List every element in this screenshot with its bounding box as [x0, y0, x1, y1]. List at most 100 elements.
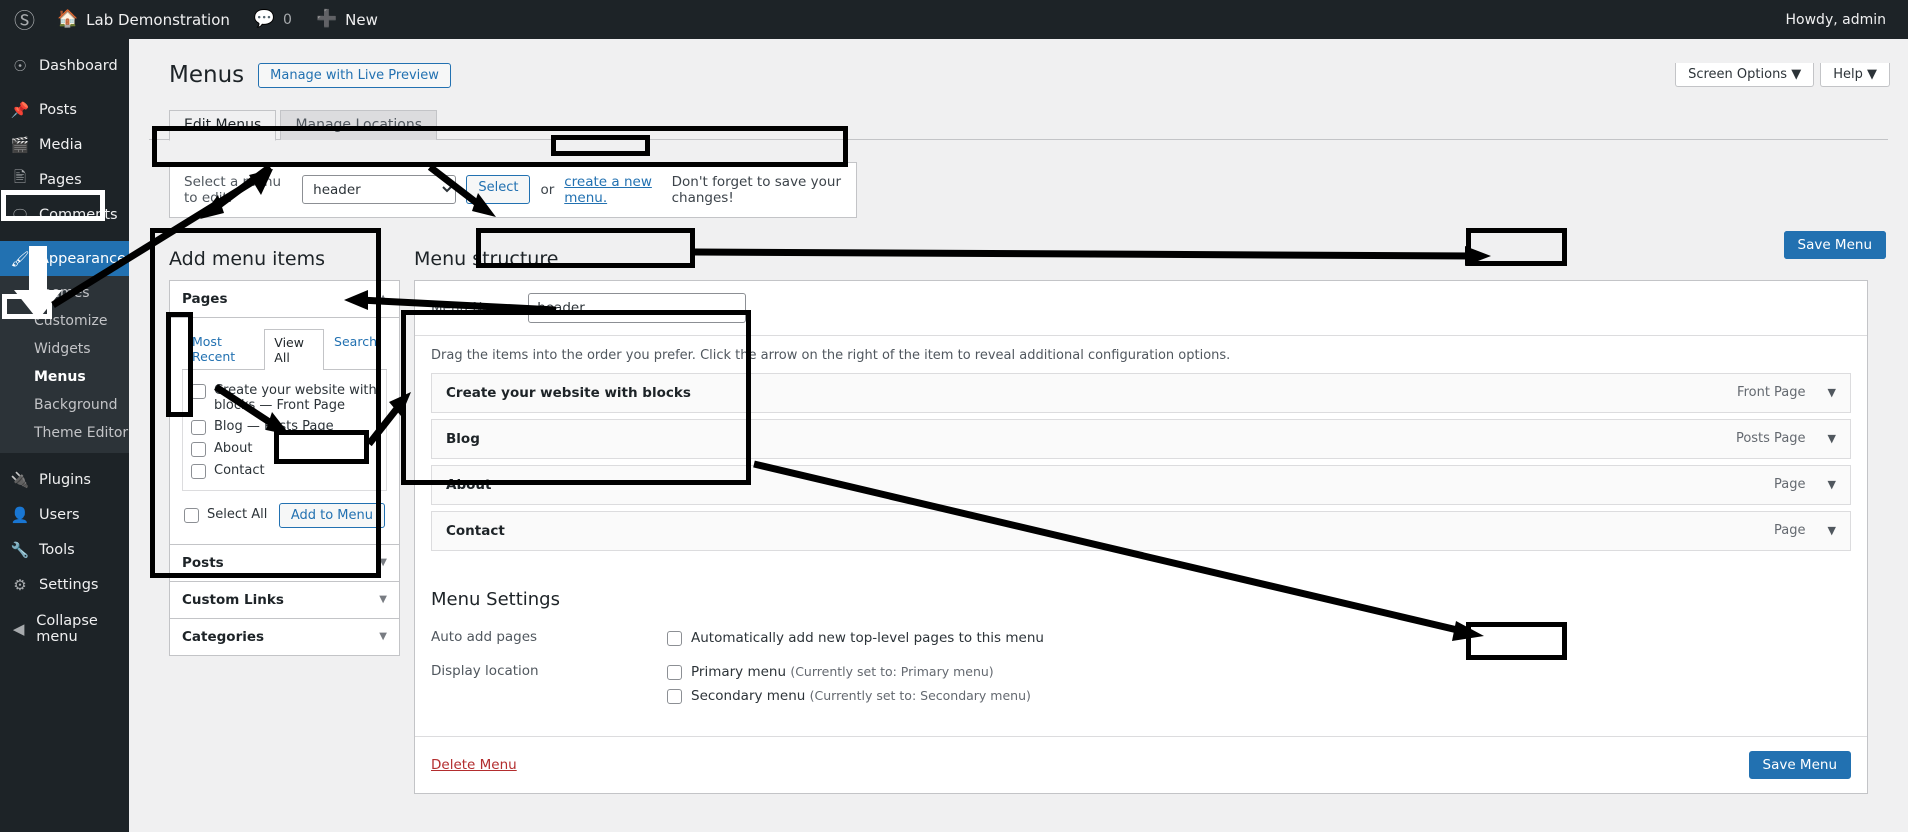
menu-item[interactable]: Create your website with blocks Front Pa… — [431, 372, 1851, 413]
site-name-menu[interactable]: 🏠 Lab Demonstration — [45, 0, 242, 39]
location-option-primary[interactable]: Primary menu (Currently set to: Primary … — [667, 662, 1851, 686]
select-all-row[interactable]: Select All — [184, 507, 267, 524]
plug-icon: 🔌 — [10, 470, 30, 489]
chevron-down-icon[interactable]: ▼ — [379, 594, 387, 605]
tab-manage-locations[interactable]: Manage Locations — [280, 109, 438, 140]
wordpress-logo-icon[interactable]: Ⓢ — [0, 5, 45, 35]
page-checkbox-row[interactable]: Create your website with blocks — Front … — [191, 380, 378, 416]
manage-live-preview-button[interactable]: Manage with Live Preview — [258, 63, 451, 89]
sidebar-item-users[interactable]: 👤 Users — [0, 497, 129, 532]
sidebar-label-plugins: Plugins — [39, 471, 91, 488]
chevron-down-icon[interactable]: ▼ — [1828, 432, 1836, 445]
create-new-menu-link[interactable]: create a new menu. — [564, 174, 661, 206]
secondary-menu-checkbox[interactable] — [667, 688, 682, 704]
location-option-secondary[interactable]: Secondary menu (Currently set to: Second… — [667, 686, 1851, 710]
page-checkbox-row[interactable]: About — [191, 438, 378, 460]
primary-menu-checkbox[interactable] — [667, 664, 682, 680]
screen-options-tab[interactable]: Screen Options ▼ — [1675, 63, 1815, 87]
comments-bubble[interactable]: 💬 0 — [242, 0, 304, 39]
menu-item[interactable]: Blog Posts Page ▼ — [431, 418, 1851, 459]
primary-menu-name: Primary menu — [691, 663, 787, 680]
sidebar-subitem-background[interactable]: Background — [0, 391, 129, 419]
or-text: or — [540, 181, 555, 198]
secondary-menu-note: (Currently set to: Secondary menu) — [809, 687, 1031, 703]
menu-select-dropdown[interactable]: header — [302, 175, 457, 205]
page-header: Menus Manage with Live Preview — [149, 49, 1888, 95]
page-checkbox-blog[interactable] — [191, 419, 206, 435]
new-content-menu[interactable]: ➕ New — [304, 0, 390, 39]
pages-tab-most-recent[interactable]: Most Recent — [182, 328, 264, 369]
media-icon: 🎬 — [10, 135, 30, 154]
tab-edit-menus[interactable]: Edit Menus — [169, 109, 277, 141]
sidebar-item-dashboard[interactable]: ☉ Dashboard — [0, 48, 129, 83]
sidebar-item-tools[interactable]: 🔧 Tools — [0, 532, 129, 567]
custom-links-panel-header[interactable]: Custom Links ▼ — [170, 582, 399, 618]
sidebar-item-pages[interactable]: 🖹 Pages — [0, 162, 129, 197]
page-checkbox-about[interactable] — [191, 441, 206, 457]
page-checkbox-front-page[interactable] — [191, 383, 206, 399]
pages-panel-body: Most Recent View All Search Create your … — [170, 318, 399, 544]
auto-add-pages-row: Auto add pages Automatically add new top… — [431, 624, 1851, 658]
select-button[interactable]: Select — [466, 175, 531, 205]
gear-icon: ⚙ — [13, 575, 27, 594]
sidebar-item-appearance[interactable]: 🖌 Appearance — [0, 241, 129, 276]
account-menu[interactable]: Howdy, admin — [1786, 12, 1908, 28]
sidebar-item-collapse[interactable]: ◀ Collapse menu — [0, 611, 129, 646]
sidebar-subitem-customize[interactable]: Customize — [0, 307, 129, 335]
menu-item-type: Posts Page — [1735, 431, 1806, 447]
chevron-down-icon[interactable]: ▼ — [1828, 524, 1836, 537]
menu-settings-title: Menu Settings — [431, 588, 560, 610]
menu-item-type: Page — [1774, 477, 1806, 493]
page-checkbox-contact[interactable] — [191, 463, 206, 479]
chevron-down-icon[interactable]: ▼ — [379, 631, 387, 642]
auto-add-pages-text: Automatically add new top-level pages to… — [691, 629, 1044, 646]
menus-columns: Add menu items Pages ▲ Most Recent View … — [169, 248, 1868, 794]
menu-name-input[interactable] — [528, 292, 747, 323]
main-content: Screen Options ▼ Help ▼ Menus Manage wit… — [129, 39, 1908, 832]
sidebar-label-media: Media — [39, 136, 83, 153]
pin-icon: 📌 — [10, 100, 30, 119]
delete-menu-link[interactable]: Delete Menu — [431, 757, 517, 773]
home-icon: 🏠 — [57, 9, 79, 29]
save-menu-button-bottom[interactable]: Save Menu — [1748, 750, 1851, 779]
page-icon: 🖹 — [13, 168, 27, 186]
add-menu-items-column: Add menu items Pages ▲ Most Recent View … — [169, 248, 400, 794]
pages-tab-search[interactable]: Search — [324, 328, 387, 369]
admin-bar: Ⓢ 🏠 Lab Demonstration 💬 0 ➕ New Howdy, a… — [0, 0, 1908, 39]
sidebar-subitem-menus[interactable]: Menus — [0, 363, 129, 391]
sidebar-item-comments[interactable]: 🗨 Comments — [0, 197, 129, 232]
select-all-checkbox[interactable] — [184, 508, 199, 524]
sidebar-item-media[interactable]: 🎬 Media — [0, 127, 129, 162]
pages-panel-header[interactable]: Pages ▲ — [170, 281, 399, 318]
user-icon: 👤 — [10, 505, 30, 524]
chevron-down-icon[interactable]: ▼ — [1828, 478, 1836, 491]
help-tab[interactable]: Help ▼ — [1820, 63, 1890, 87]
sidebar-subitem-widgets[interactable]: Widgets — [0, 335, 129, 363]
chevron-down-icon[interactable]: ▼ — [379, 557, 387, 568]
categories-panel-header[interactable]: Categories ▼ — [170, 619, 399, 655]
auto-add-pages-checkbox[interactable] — [667, 630, 682, 646]
menu-item[interactable]: Contact Page ▼ — [431, 510, 1851, 551]
auto-add-pages-label: Auto add pages — [431, 628, 538, 645]
primary-menu-note: (Currently set to: Primary menu) — [790, 663, 994, 679]
page-checkbox-row[interactable]: Contact — [191, 460, 378, 482]
pages-panel: Pages ▲ Most Recent View All Search Crea… — [169, 279, 400, 545]
add-to-menu-button[interactable]: Add to Menu — [278, 502, 385, 528]
add-menu-items-title: Add menu items — [169, 247, 325, 270]
page-checkbox-row[interactable]: Blog — Posts Page — [191, 416, 378, 438]
menu-item[interactable]: About Page ▼ — [431, 464, 1851, 505]
sidebar-item-posts[interactable]: 📌 Posts — [0, 92, 129, 127]
pages-tab-view-all[interactable]: View All — [264, 328, 325, 370]
auto-add-pages-option[interactable]: Automatically add new top-level pages to… — [667, 628, 1851, 652]
menu-select-bar: Select a menu to edit: header Select or … — [169, 161, 857, 218]
menu-items-list: Create your website with blocks Front Pa… — [415, 365, 1867, 575]
save-menu-button-top[interactable]: Save Menu — [1783, 231, 1886, 259]
sidebar-item-plugins[interactable]: 🔌 Plugins — [0, 462, 129, 497]
sidebar-subitem-themes[interactable]: Themes — [0, 279, 129, 307]
chevron-down-icon[interactable]: ▼ — [1828, 386, 1836, 399]
menu-name-label: Menu Name — [431, 299, 513, 316]
sidebar-subitem-theme-editor[interactable]: Theme Editor — [0, 419, 129, 447]
sidebar-item-settings[interactable]: ⚙ Settings — [0, 567, 129, 602]
chevron-up-icon[interactable]: ▲ — [379, 293, 387, 304]
posts-panel-header[interactable]: Posts ▼ — [170, 545, 399, 581]
